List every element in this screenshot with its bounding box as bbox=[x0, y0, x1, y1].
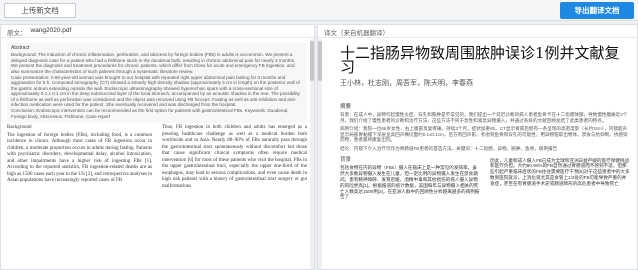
translation-app: 上传新文档 导出翻译文档 原文： wang2020.pdf Abstract B… bbox=[0, 0, 638, 270]
original-body-text-2: Thus, FB ingestion in both children and … bbox=[162, 125, 307, 189]
translation-scrollbar[interactable] bbox=[318, 39, 322, 269]
original-body-heading: Background bbox=[7, 125, 32, 131]
original-panel-header: 原文： wang2020.pdf bbox=[1, 25, 314, 38]
translated-body-column-2: 因此，儿童和成人摄入FB已成为全球和亚洲日益严峻的医疗保健挑战和医疗负担。大约8… bbox=[490, 158, 630, 201]
original-scrollbar-thumb[interactable] bbox=[310, 41, 314, 81]
translated-body-columns: 背景 包括食物在内的异物（FBs）摄入在临床上是一种常见的发病率。虽然大多数异物… bbox=[340, 156, 630, 201]
translation-panel-header: 译文（来自机器翻译） bbox=[318, 25, 637, 38]
translated-title: 十二指肠异物致周围脓肿误诊1例并文献复习 bbox=[340, 44, 620, 76]
original-filename: wang2020.pdf bbox=[30, 27, 72, 34]
original-label: 原文： bbox=[7, 30, 27, 37]
translated-body-heading: 背景 bbox=[340, 156, 352, 163]
translated-abstract-heading: 摘要 bbox=[340, 104, 352, 110]
translation-content: 十二指肠异物致周围脓肿误诊1例并文献复习 王小林，杜志刚，周吾军，陈天明，李春燕… bbox=[340, 43, 630, 200]
original-body-text-1: The ingestion of foreign bodies (FBs), i… bbox=[7, 132, 152, 184]
original-body-column-2: Thus, FB ingestion in both children and … bbox=[162, 125, 307, 190]
translated-body-text-1: 包括食物在内的异物（FBs）摄入在临床上是一种常见的发病率。虽然大多数异物摄入发… bbox=[340, 165, 480, 200]
original-abstract-title: Abstract bbox=[11, 45, 30, 51]
original-body-columns: Background The ingestion of foreign bodi… bbox=[7, 125, 307, 190]
toolbar: 上传新文档 导出翻译文档 bbox=[0, 0, 638, 21]
original-abstract-conclusion: Conclusion: Endoscopic intervention can … bbox=[11, 108, 289, 119]
original-body-column-1: Background The ingestion of foreign bodi… bbox=[7, 125, 152, 190]
translated-abstract-case: 病例介绍：我院一位66岁女性，右上腹部反复疼痛，持续3个月，症状加重8h。CT显… bbox=[340, 126, 628, 143]
translated-abstract-background: 背景：在成人中，异物引起慢性炎症、穿孔和脓肿是不常见的。我们提出一个延迟诊断的病… bbox=[340, 112, 628, 123]
export-translation-button[interactable]: 导出翻译文档 bbox=[560, 2, 634, 19]
original-scrollbar[interactable] bbox=[310, 39, 314, 269]
translated-body-text-2: 因此，儿童和成人摄入FB已成为全球和亚洲日益严峻的医疗保健挑战和医疗负担。大约8… bbox=[490, 157, 630, 186]
original-abstract-case: Case presentation: A 66-year-old woman w… bbox=[11, 75, 300, 108]
upload-new-document-button[interactable]: 上传新文档 bbox=[4, 3, 76, 18]
original-abstract-box: Abstract Background: The induction of ch… bbox=[7, 43, 307, 124]
translation-panel: 译文（来自机器翻译） 十二指肠异物致周围脓肿误诊1例并文献复习 王小林，杜志刚，… bbox=[317, 24, 638, 270]
translated-authors: 王小林，杜志刚，周吾军，陈天明，李春燕 bbox=[340, 80, 473, 87]
original-document-panel: 原文： wang2020.pdf Abstract Background: Th… bbox=[0, 24, 315, 270]
translated-abstract-conclusion: 结论：内镜下介入治疗可作为胃肠道FB患者的首选方法。关键词：十二指肠，异物，脓肿… bbox=[340, 145, 558, 151]
translated-body-column-1: 背景 包括食物在内的异物（FBs）摄入在临床上是一种常见的发病率。虽然大多数异物… bbox=[340, 156, 480, 201]
original-abstract-background: Background: The induction of chronic inf… bbox=[11, 52, 296, 74]
translation-scrollbar-thumb[interactable] bbox=[318, 41, 322, 81]
original-document-content: Abstract Background: The induction of ch… bbox=[7, 43, 307, 190]
